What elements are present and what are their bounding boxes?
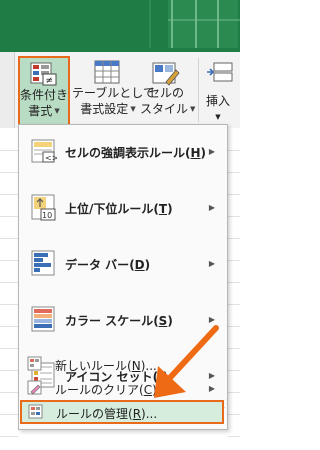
conditional-formatting-icon: ≠ [30, 62, 57, 86]
conditional-formatting-label-line2: 書式 ▼ [28, 104, 60, 118]
format-as-table-button[interactable]: テーブルとして 書式設定 ▼ [72, 56, 155, 126]
svg-text:≠: ≠ [46, 76, 54, 86]
cell-styles-label-line2: スタイル ▼ [140, 102, 196, 116]
top-bottom-rules-icon: 10 [31, 194, 56, 221]
clear-rules-icon [27, 380, 42, 395]
insert-cells-icon [207, 62, 233, 82]
conditional-formatting-button[interactable]: ≠ 条件付き 書式 ▼ [18, 56, 70, 126]
format-as-table-icon [94, 60, 120, 84]
grid-pattern [149, 0, 240, 48]
menu-item-data-bars[interactable]: データ バー(D) ▶ [19, 237, 227, 293]
submenu-arrow-icon: ▶ [208, 147, 215, 156]
highlight-cells-rules-icon: <> [31, 139, 57, 163]
submenu-arrow-icon: ▶ [208, 203, 215, 212]
svg-text:<>: <> [45, 154, 57, 163]
conditional-formatting-label-line1: 条件付き [20, 88, 69, 102]
insert-button[interactable]: 挿入 ▼ [202, 56, 240, 126]
sheet-header-strip [0, 0, 240, 52]
menu-item-top-bottom-rules[interactable]: 10 上位/下位ルール(T) ▶ [19, 181, 227, 237]
cell-styles-label-line1: セルの [147, 86, 184, 100]
new-rule-icon [27, 356, 42, 371]
ribbon-separator [198, 58, 199, 122]
menu-item-label: セルの強調表示ルール(H) [65, 146, 207, 160]
menu-item-label: ルールの管理(R)... [56, 407, 158, 421]
menu-item-label: データ バー(D) [65, 258, 151, 272]
insert-label: 挿入 [205, 94, 230, 108]
manage-rules-icon [28, 404, 43, 419]
sheet-row-area-right [228, 128, 240, 450]
top-bottom-icon-number: 10 [42, 211, 52, 220]
ribbon-left-edge [0, 52, 15, 128]
cell-styles-button[interactable]: セルの スタイル ▼ [140, 56, 196, 126]
format-as-table-label-line2: 書式設定 ▼ [80, 102, 136, 116]
pointer-arrow-annotation [154, 325, 219, 398]
cell-styles-icon [152, 62, 180, 86]
sheet-row-area-left [0, 128, 18, 450]
menu-item-highlight-cell-rules[interactable]: <> セルの強調表示ルール(H) ▶ [19, 125, 227, 181]
data-bars-icon [31, 250, 55, 276]
color-scales-icon [31, 306, 55, 332]
menu-item-label: ルールのクリア(C) [55, 383, 157, 397]
menu-item-label: 新しいルール(N)... [55, 359, 157, 373]
format-as-table-label-line1: テーブルとして [72, 86, 155, 100]
submenu-arrow-icon: ▶ [208, 259, 215, 268]
menu-item-label: 上位/下位ルール(T) [65, 202, 173, 216]
insert-dropdown-arrow: ▼ [215, 113, 221, 121]
home-ribbon: ≠ 条件付き 書式 ▼ テーブルとして 書式設定 ▼ セルの スタイル ▼ 挿入… [0, 52, 240, 129]
